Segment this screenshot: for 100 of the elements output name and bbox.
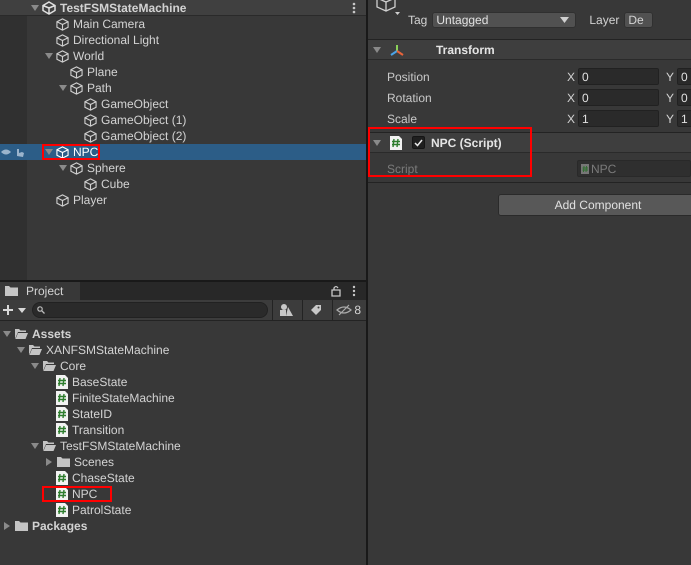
expand-arrow-icon[interactable] bbox=[16, 345, 26, 355]
expand-arrow-icon[interactable] bbox=[30, 2, 40, 12]
folder-icon bbox=[42, 440, 57, 452]
hierarchy-item[interactable]: GameObject bbox=[0, 96, 366, 112]
add-component-button[interactable]: Add Component bbox=[498, 194, 691, 216]
expand-arrow-icon[interactable] bbox=[58, 83, 68, 93]
asset-name: NPC bbox=[72, 486, 98, 502]
number-field[interactable]: 1 bbox=[677, 110, 691, 127]
project-item[interactable]: StateID bbox=[0, 406, 366, 422]
object-name: Plane bbox=[87, 64, 118, 80]
expand-arrow-icon[interactable] bbox=[2, 329, 12, 339]
hierarchy-item[interactable]: GameObject (1) bbox=[0, 112, 366, 128]
number-field[interactable]: 0 bbox=[578, 89, 659, 106]
hierarchy-item[interactable]: World bbox=[0, 48, 366, 64]
project-item[interactable]: NPC bbox=[0, 486, 366, 502]
axis-label: Y bbox=[666, 112, 676, 126]
folder-icon bbox=[28, 344, 43, 356]
expand-arrow-icon[interactable] bbox=[58, 163, 68, 173]
property-label: Rotation bbox=[387, 90, 433, 104]
visibility-icon[interactable] bbox=[0, 146, 26, 158]
component-header[interactable]: Transform bbox=[368, 40, 691, 60]
cube-icon bbox=[56, 194, 69, 206]
enabled-checkbox[interactable] bbox=[412, 136, 425, 149]
axis-label: Y bbox=[666, 90, 676, 104]
hierarchy-item[interactable]: Player bbox=[0, 192, 366, 208]
project-tab[interactable]: Project bbox=[0, 282, 80, 300]
script-icon bbox=[56, 503, 68, 517]
hierarchy-item[interactable]: GameObject (2) bbox=[0, 128, 366, 144]
asset-name: Scenes bbox=[74, 454, 114, 470]
folder-icon bbox=[14, 520, 29, 532]
object-name: Cube bbox=[101, 176, 130, 192]
project-item[interactable]: Assets bbox=[0, 326, 366, 342]
project-item[interactable]: PatrolState bbox=[0, 502, 366, 518]
hierarchy-item[interactable]: Cube bbox=[0, 176, 366, 192]
script-icon bbox=[56, 391, 68, 405]
object-name: GameObject (1) bbox=[101, 112, 186, 128]
expand-arrow-icon[interactable] bbox=[2, 521, 12, 531]
axis-label: Y bbox=[666, 70, 676, 84]
axis-label: X bbox=[567, 112, 576, 126]
axes-icon bbox=[390, 44, 404, 56]
asset-name: TestFSMStateMachine bbox=[60, 438, 181, 454]
property-label: Script bbox=[387, 162, 419, 176]
project-item[interactable]: TestFSMStateMachine bbox=[0, 438, 366, 454]
project-item[interactable]: ChaseState bbox=[0, 470, 366, 486]
project-item[interactable]: XANFSMStateMachine bbox=[0, 342, 366, 358]
project-item[interactable]: Transition bbox=[0, 422, 366, 438]
hierarchy-item[interactable]: NPC bbox=[0, 144, 366, 160]
expand-arrow-icon[interactable] bbox=[30, 441, 40, 451]
dropdown-arrow-icon bbox=[560, 17, 570, 23]
asset-name: PatrolState bbox=[72, 502, 132, 518]
number-field[interactable]: 1 bbox=[578, 110, 659, 127]
property-label: Position bbox=[387, 70, 431, 84]
cube-icon bbox=[70, 162, 83, 174]
tag-dropdown[interactable]: Untagged bbox=[432, 12, 576, 28]
object-name: World bbox=[73, 48, 104, 64]
folder-icon bbox=[56, 456, 71, 468]
project-item[interactable]: FiniteStateMachine bbox=[0, 390, 366, 406]
component-title: Transform bbox=[436, 42, 495, 56]
hierarchy-item[interactable]: Main Camera bbox=[0, 16, 366, 32]
expand-arrow-icon[interactable] bbox=[44, 457, 54, 467]
script-icon bbox=[56, 375, 68, 389]
script-icon bbox=[390, 136, 402, 150]
asset-name: Assets bbox=[32, 326, 72, 342]
hierarchy-item[interactable]: Directional Light bbox=[0, 32, 366, 48]
project-item[interactable]: Scenes bbox=[0, 454, 366, 470]
expand-arrow-icon[interactable] bbox=[372, 138, 382, 148]
project-item[interactable]: Core bbox=[0, 358, 366, 374]
cube-icon bbox=[56, 146, 69, 158]
project-item[interactable]: BaseState bbox=[0, 374, 366, 390]
script-icon bbox=[581, 164, 589, 174]
number-field[interactable]: 0 bbox=[677, 89, 691, 106]
tag-icon bbox=[310, 304, 322, 316]
component-header[interactable]: NPC (Script) bbox=[368, 133, 691, 153]
expand-arrow-icon[interactable] bbox=[44, 51, 54, 61]
more-options-icon[interactable] bbox=[352, 2, 356, 14]
cube-icon bbox=[56, 34, 69, 46]
expand-arrow-icon[interactable] bbox=[372, 44, 382, 54]
axis-label: X bbox=[567, 90, 576, 104]
asset-name: BaseState bbox=[72, 374, 128, 390]
expand-arrow-icon[interactable] bbox=[44, 147, 54, 157]
number-field[interactable]: 0 bbox=[677, 68, 691, 85]
hierarchy-item[interactable]: Path bbox=[0, 80, 366, 96]
layer-label: Layer bbox=[589, 12, 620, 28]
expand-arrow-icon[interactable] bbox=[30, 361, 40, 371]
add-icon[interactable] bbox=[2, 304, 28, 316]
number-field[interactable]: 0 bbox=[578, 68, 659, 85]
folder-icon bbox=[42, 360, 57, 372]
hidden-packages-button[interactable]: 8 bbox=[332, 300, 364, 320]
scene-header[interactable]: TestFSMStateMachine bbox=[0, 0, 366, 16]
script-icon bbox=[56, 471, 68, 485]
scene-name: TestFSMStateMachine bbox=[60, 0, 186, 16]
cube-icon bbox=[84, 130, 97, 142]
hierarchy-item[interactable]: Sphere bbox=[0, 160, 366, 176]
asset-name: Core bbox=[60, 358, 86, 374]
project-item[interactable]: Packages bbox=[0, 518, 366, 534]
hierarchy-item[interactable]: Plane bbox=[0, 64, 366, 80]
object-name: NPC bbox=[73, 144, 98, 160]
layer-dropdown[interactable]: De bbox=[624, 12, 653, 28]
folder-icon bbox=[14, 328, 29, 340]
search-field[interactable] bbox=[32, 302, 268, 318]
